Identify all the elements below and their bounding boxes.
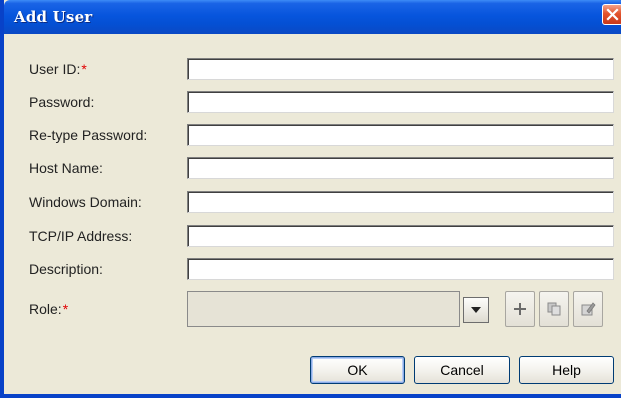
windows-domain-label: Windows Domain: [29,194,142,210]
host-name-row: Host Name: [8,157,621,181]
add-icon [514,303,526,315]
edit-icon [581,302,596,316]
chevron-down-icon [471,307,481,313]
description-label: Description: [29,261,103,277]
password-label: Password: [29,94,95,110]
copy-role-button[interactable] [539,291,569,327]
required-marker: * [62,301,69,317]
title-bar[interactable]: Add User [4,0,621,34]
role-row: Role:* [8,291,621,327]
tcp-ip-address-label: TCP/IP Address: [29,228,133,244]
user-id-label: User ID:* [29,61,87,77]
dialog-body: User ID:* Password: Re-type Password: Ho… [8,34,621,394]
role-select[interactable] [187,291,460,327]
windows-domain-field[interactable] [187,191,614,213]
required-marker: * [81,61,87,77]
host-name-field[interactable] [187,157,614,179]
user-id-row: User ID:* [8,58,621,82]
edit-role-button[interactable] [573,291,603,327]
password-field[interactable] [187,91,614,113]
add-user-dialog: Add User User ID:* Password: Re-type Pas… [0,0,621,398]
windows-domain-row: Windows Domain: [8,191,621,215]
ok-button[interactable]: OK [310,356,405,384]
user-id-field[interactable] [187,58,614,80]
retype-password-label: Re-type Password: [29,127,148,143]
tcp-ip-address-row: TCP/IP Address: [8,225,621,249]
retype-password-field[interactable] [187,124,614,146]
role-label: Role:* [29,301,69,317]
role-dropdown-button[interactable] [463,297,489,323]
close-icon [606,8,619,21]
cancel-button[interactable]: Cancel [414,356,510,384]
tcp-ip-address-field[interactable] [187,225,614,247]
retype-password-row: Re-type Password: [8,124,621,148]
close-button[interactable] [602,4,621,25]
password-row: Password: [8,91,621,115]
dialog-title: Add User [14,8,93,26]
help-button[interactable]: Help [519,356,614,384]
description-row: Description: [8,258,621,282]
description-field[interactable] [187,258,614,280]
add-role-button[interactable] [505,291,535,327]
copy-icon [547,302,561,316]
host-name-label: Host Name: [29,160,103,176]
